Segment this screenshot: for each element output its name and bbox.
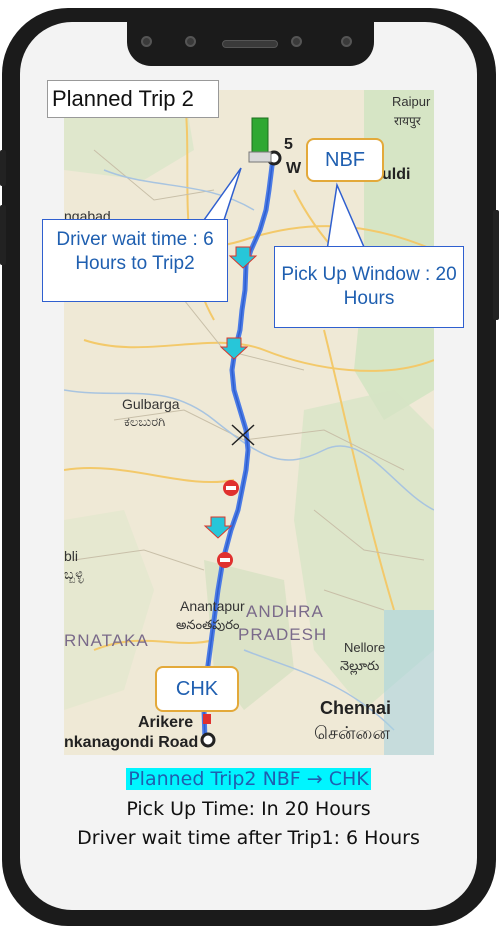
destination-pin-icon <box>203 714 211 724</box>
map-label-arikere: Arikere <box>138 714 194 731</box>
side-button <box>0 150 6 186</box>
map-label-anantapur-local: అనంతపురం <box>176 617 240 632</box>
side-button <box>0 205 6 265</box>
pickup-window-callout-text: Pick Up Window : 20 Hours <box>281 264 457 309</box>
driver-wait-callout: Driver wait time : 6 Hours to Trip2 <box>42 219 228 302</box>
map-label-andhra: ANDHRA <box>246 602 324 621</box>
destination-marker-icon <box>200 732 216 748</box>
map-label-nellore-local: నెల్లూరు <box>340 658 380 673</box>
map-label-nellore: Nellore <box>344 640 386 655</box>
driver-wait-callout-text: Driver wait time : 6 Hours to Trip2 <box>56 229 214 274</box>
truck-icon <box>248 117 272 163</box>
caption-line-route: Planned Trip2 NBF → CHK <box>20 768 477 790</box>
map-canvas <box>64 90 434 755</box>
sensor-icon <box>185 36 196 47</box>
map-label-hubli-local: ಬ್ಬಳ್ಳಿ <box>64 566 84 582</box>
side-button <box>493 210 499 320</box>
map-label-pradesh: PRADESH <box>238 625 328 644</box>
sensor-icon <box>291 36 302 47</box>
map-label-gulbarga-local: ಕಲಬುರಗಿ <box>124 414 166 429</box>
road-closure-icon <box>223 480 239 496</box>
map-label-gulbarga: Gulbarga <box>122 396 180 412</box>
map-label-karnataka: RNATAKA <box>64 631 149 650</box>
map-label-origin-partial: 5 <box>284 136 293 153</box>
phone-notch <box>127 22 374 66</box>
map-label-chennai: Chennai <box>320 698 392 718</box>
destination-label-chk[interactable]: CHK <box>155 666 239 712</box>
map-label-origin-partial: W <box>286 160 302 177</box>
map-label-raipur-local: रायपुर <box>394 114 421 128</box>
caption-line-wait: Driver wait time after Trip1: 6 Hours <box>77 827 420 849</box>
caption-line-pickup: Pick Up Time: In 20 Hours <box>126 798 371 820</box>
map-label-raipur: Raipur <box>392 94 431 109</box>
map-label-hubli: bli <box>64 548 79 564</box>
origin-label-nbf[interactable]: NBF <box>306 138 384 182</box>
route-map[interactable]: Raipur रायपुर 5 W uldi ngabad Gulbarga ಕ… <box>64 90 434 755</box>
speaker-grille <box>222 40 278 48</box>
map-label-chennai-local: சென்னை <box>314 723 390 743</box>
road-closure-icon <box>217 552 233 568</box>
pickup-window-callout: Pick Up Window : 20 Hours <box>274 246 464 328</box>
map-label-anantapur: Anantapur <box>180 598 245 614</box>
map-label-origin-partial: uldi <box>382 166 411 183</box>
camera-icon <box>341 36 352 47</box>
camera-icon <box>141 36 152 47</box>
caption-route-highlight: Planned Trip2 NBF → CHK <box>126 768 371 790</box>
page-title: Planned Trip 2 <box>47 80 219 118</box>
map-label-road: nkanagondi Road <box>64 734 199 751</box>
